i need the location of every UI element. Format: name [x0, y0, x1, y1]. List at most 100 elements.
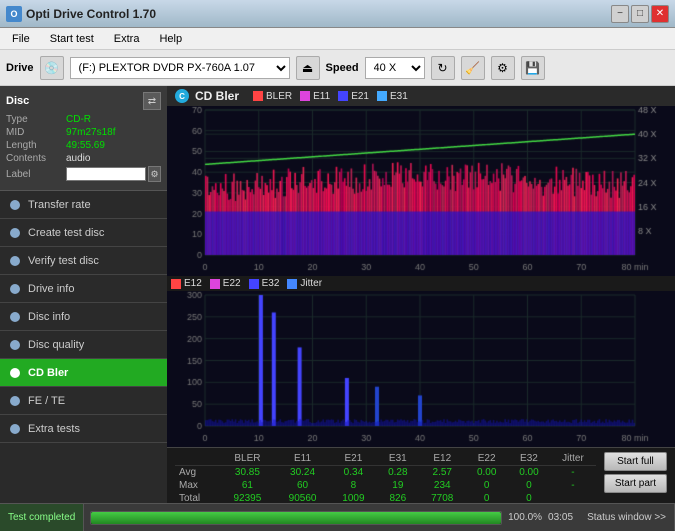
refresh-button[interactable]: ↻ — [431, 56, 455, 80]
nav-fe-te[interactable]: FE / TE — [0, 387, 167, 415]
fe-te-icon — [8, 394, 22, 408]
disc-header: Disc ⇄ — [6, 92, 161, 110]
e12-color — [171, 279, 181, 289]
avg-e32: 0.00 — [508, 466, 550, 480]
disc-mid-row: MID 97m27s18f — [6, 127, 161, 138]
max-e11: 60 — [275, 479, 330, 492]
stats-max-row: Max 61 60 8 19 234 0 0 - — [175, 479, 596, 492]
bler-color — [253, 91, 263, 101]
menu-bar: File Start test Extra Help — [0, 28, 675, 50]
drive-icon-btn[interactable]: 💿 — [40, 56, 64, 80]
status-window-button[interactable]: Status window >> — [579, 504, 675, 531]
disc-type-row: Type CD-R — [6, 114, 161, 125]
legend-e32: E32 — [249, 278, 280, 289]
app-icon: O — [6, 6, 22, 22]
max-jitter: - — [550, 479, 596, 492]
avg-e21: 0.34 — [330, 466, 377, 480]
legend-e11: E11 — [300, 91, 330, 102]
total-jitter — [550, 492, 596, 503]
e31-label: E31 — [390, 91, 408, 102]
menu-file[interactable]: File — [4, 31, 38, 47]
nav-extra-tests[interactable]: Extra tests — [0, 415, 167, 443]
legend-jitter: Jitter — [287, 278, 322, 289]
bottom-chart-canvas — [167, 291, 675, 444]
chart-title: CD Bler — [195, 89, 239, 103]
top-chart — [167, 106, 675, 276]
e32-label: E32 — [262, 278, 280, 289]
nav-verify-test-disc[interactable]: Verify test disc — [0, 247, 167, 275]
stats-buttons: Start full Start part — [604, 452, 667, 493]
eject-button[interactable]: ⏏ — [296, 56, 320, 80]
avg-jitter: - — [550, 466, 596, 480]
legend-e22: E22 — [210, 278, 241, 289]
title-controls[interactable]: − □ ✕ — [611, 5, 669, 23]
label-gear-button[interactable]: ⚙ — [148, 166, 161, 182]
start-full-button[interactable]: Start full — [604, 452, 667, 471]
transfer-rate-icon — [8, 198, 22, 212]
title-bar: O Opti Drive Control 1.70 − □ ✕ — [0, 0, 675, 28]
total-e12: 7708 — [419, 492, 466, 503]
cd-bler-icon — [8, 366, 22, 380]
max-bler: 61 — [220, 479, 275, 492]
col-header-e21: E21 — [330, 452, 377, 466]
sidebar-nav: Transfer rate Create test disc Verify te… — [0, 191, 167, 503]
stats-wrapper: BLER E11 E21 E31 E12 E22 E32 Jitter — [175, 452, 667, 503]
disc-quality-icon — [8, 338, 22, 352]
max-e21: 8 — [330, 479, 377, 492]
start-part-button[interactable]: Start part — [604, 474, 667, 493]
save-button[interactable]: 💾 — [521, 56, 545, 80]
nav-cd-bler[interactable]: CD Bler — [0, 359, 167, 387]
col-header-e31: E31 — [377, 452, 419, 466]
disc-contents-label: Contents — [6, 153, 66, 164]
col-header-e32: E32 — [508, 452, 550, 466]
nav-disc-info[interactable]: Disc info — [0, 303, 167, 331]
disc-title: Disc — [6, 95, 29, 107]
app-title: Opti Drive Control 1.70 — [26, 7, 156, 21]
disc-contents-row: Contents audio — [6, 153, 161, 164]
create-test-disc-icon — [8, 226, 22, 240]
top-chart-canvas — [167, 106, 675, 273]
disc-swap-button[interactable]: ⇄ — [143, 92, 161, 110]
maximize-button[interactable]: □ — [631, 5, 649, 23]
avg-label: Avg — [175, 466, 220, 480]
total-e22: 0 — [466, 492, 508, 503]
stats-table-wrapper: BLER E11 E21 E31 E12 E22 E32 Jitter — [175, 452, 596, 503]
close-button[interactable]: ✕ — [651, 5, 669, 23]
minimize-button[interactable]: − — [611, 5, 629, 23]
settings-button[interactable]: ⚙ — [491, 56, 515, 80]
nav-disc-quality[interactable]: Disc quality — [0, 331, 167, 359]
progress-bar-background — [90, 511, 502, 525]
stats-header-row: BLER E11 E21 E31 E12 E22 E32 Jitter — [175, 452, 596, 466]
verify-test-disc-icon — [8, 254, 22, 268]
chart-title-icon: C — [175, 89, 189, 103]
col-header-e22: E22 — [466, 452, 508, 466]
e21-label: E21 — [351, 91, 369, 102]
disc-label-input[interactable] — [66, 167, 146, 181]
speed-select[interactable]: 40 X — [365, 57, 425, 79]
stats-total-row: Total 92395 90560 1009 826 7708 0 0 — [175, 492, 596, 503]
menu-start-test[interactable]: Start test — [42, 31, 102, 47]
nav-transfer-rate[interactable]: Transfer rate — [0, 191, 167, 219]
menu-help[interactable]: Help — [151, 31, 190, 47]
legend-bler: BLER — [253, 91, 292, 102]
nav-create-test-disc[interactable]: Create test disc — [0, 219, 167, 247]
total-e31: 826 — [377, 492, 419, 503]
erase-button[interactable]: 🧹 — [461, 56, 485, 80]
disc-type-label: Type — [6, 114, 66, 125]
legend-e21: E21 — [338, 91, 369, 102]
disc-mid-label: MID — [6, 127, 66, 138]
drive-select[interactable]: (F:) PLEXTOR DVDR PX-760A 1.07 — [70, 57, 290, 79]
main-layout: Disc ⇄ Type CD-R MID 97m27s18f Length 49… — [0, 86, 675, 503]
progress-bar-fill — [91, 512, 501, 524]
jitter-label: Jitter — [300, 278, 322, 289]
e31-color — [377, 91, 387, 101]
stats-area: BLER E11 E21 E31 E12 E22 E32 Jitter — [167, 447, 675, 503]
disc-panel: Disc ⇄ Type CD-R MID 97m27s18f Length 49… — [0, 86, 167, 191]
menu-extra[interactable]: Extra — [106, 31, 148, 47]
nav-drive-info[interactable]: Drive info — [0, 275, 167, 303]
stats-table: BLER E11 E21 E31 E12 E22 E32 Jitter — [175, 452, 596, 503]
total-e32: 0 — [508, 492, 550, 503]
avg-bler: 30.85 — [220, 466, 275, 480]
disc-label-row: Label ⚙ — [6, 166, 161, 182]
progress-text: 100.0% — [508, 512, 542, 523]
